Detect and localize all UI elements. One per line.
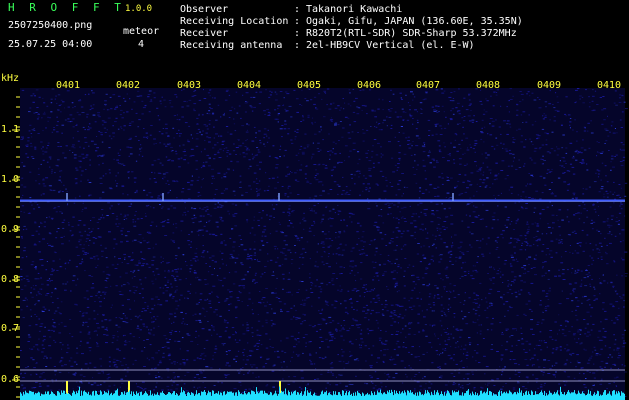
spectrogram bbox=[12, 88, 628, 400]
time-tick-label: 0409 bbox=[537, 80, 562, 91]
antenna-colon: : bbox=[294, 40, 301, 51]
spectrogram-field bbox=[20, 88, 625, 398]
time-tick-label: 0404 bbox=[237, 80, 262, 91]
time-stamp: 25.07.25 04:00 bbox=[8, 39, 93, 50]
hrofft-window: H R O F F T 1.0.0 2507250400.png 25.07.2… bbox=[0, 0, 629, 400]
location-label: Receiving Location bbox=[180, 16, 289, 27]
location-colon: : bbox=[294, 16, 301, 27]
receiver-colon: : bbox=[294, 28, 301, 39]
location-value: Ogaki, Gifu, JAPAN (136.60E, 35.35N) bbox=[306, 16, 523, 27]
meteor-count: 4 bbox=[138, 39, 145, 50]
antenna-label: Receiving antenna bbox=[180, 40, 283, 51]
freq-tick-label: 1.0 bbox=[1, 174, 20, 185]
freq-tick-label: 0.6 bbox=[1, 374, 20, 385]
app-name: H R O F F T bbox=[8, 1, 125, 14]
time-tick-label: 0403 bbox=[177, 80, 202, 91]
time-tick-label: 0401 bbox=[56, 80, 81, 91]
antenna-value: 2el-HB9CV Vertical (el. E-W) bbox=[306, 40, 475, 51]
receiver-label: Receiver bbox=[180, 28, 229, 39]
observer-colon: : bbox=[294, 4, 301, 15]
time-tick-label: 0406 bbox=[357, 80, 382, 91]
file-name: 2507250400.png bbox=[8, 20, 93, 31]
time-tick-label: 0410 bbox=[597, 80, 622, 91]
observer-label: Observer bbox=[180, 4, 229, 15]
time-tick-label: 0408 bbox=[476, 80, 501, 91]
freq-tick-label: 1.1 bbox=[1, 124, 20, 135]
meteor-echo bbox=[278, 193, 280, 201]
meteor-label: meteor bbox=[123, 26, 160, 37]
time-tick-label: 0405 bbox=[297, 80, 322, 91]
meteor-echo bbox=[162, 193, 164, 201]
freq-tick-label: 0.9 bbox=[1, 224, 20, 235]
frequency-unit: kHz bbox=[1, 73, 20, 84]
meteor-echo bbox=[66, 193, 68, 201]
freq-tick-label: 0.7 bbox=[1, 323, 20, 334]
freq-tick-label: 0.8 bbox=[1, 274, 20, 285]
observer-value: Takanori Kawachi bbox=[306, 4, 403, 15]
time-tick-label: 0402 bbox=[116, 80, 141, 91]
carrier-highlight bbox=[20, 201, 625, 202]
time-tick-label: 0407 bbox=[416, 80, 441, 91]
meteor-echo bbox=[452, 193, 454, 201]
receiver-value: R820T2(RTL-SDR) SDR-Sharp 53.372MHz bbox=[306, 28, 517, 39]
app-version: 1.0.0 bbox=[125, 4, 153, 14]
